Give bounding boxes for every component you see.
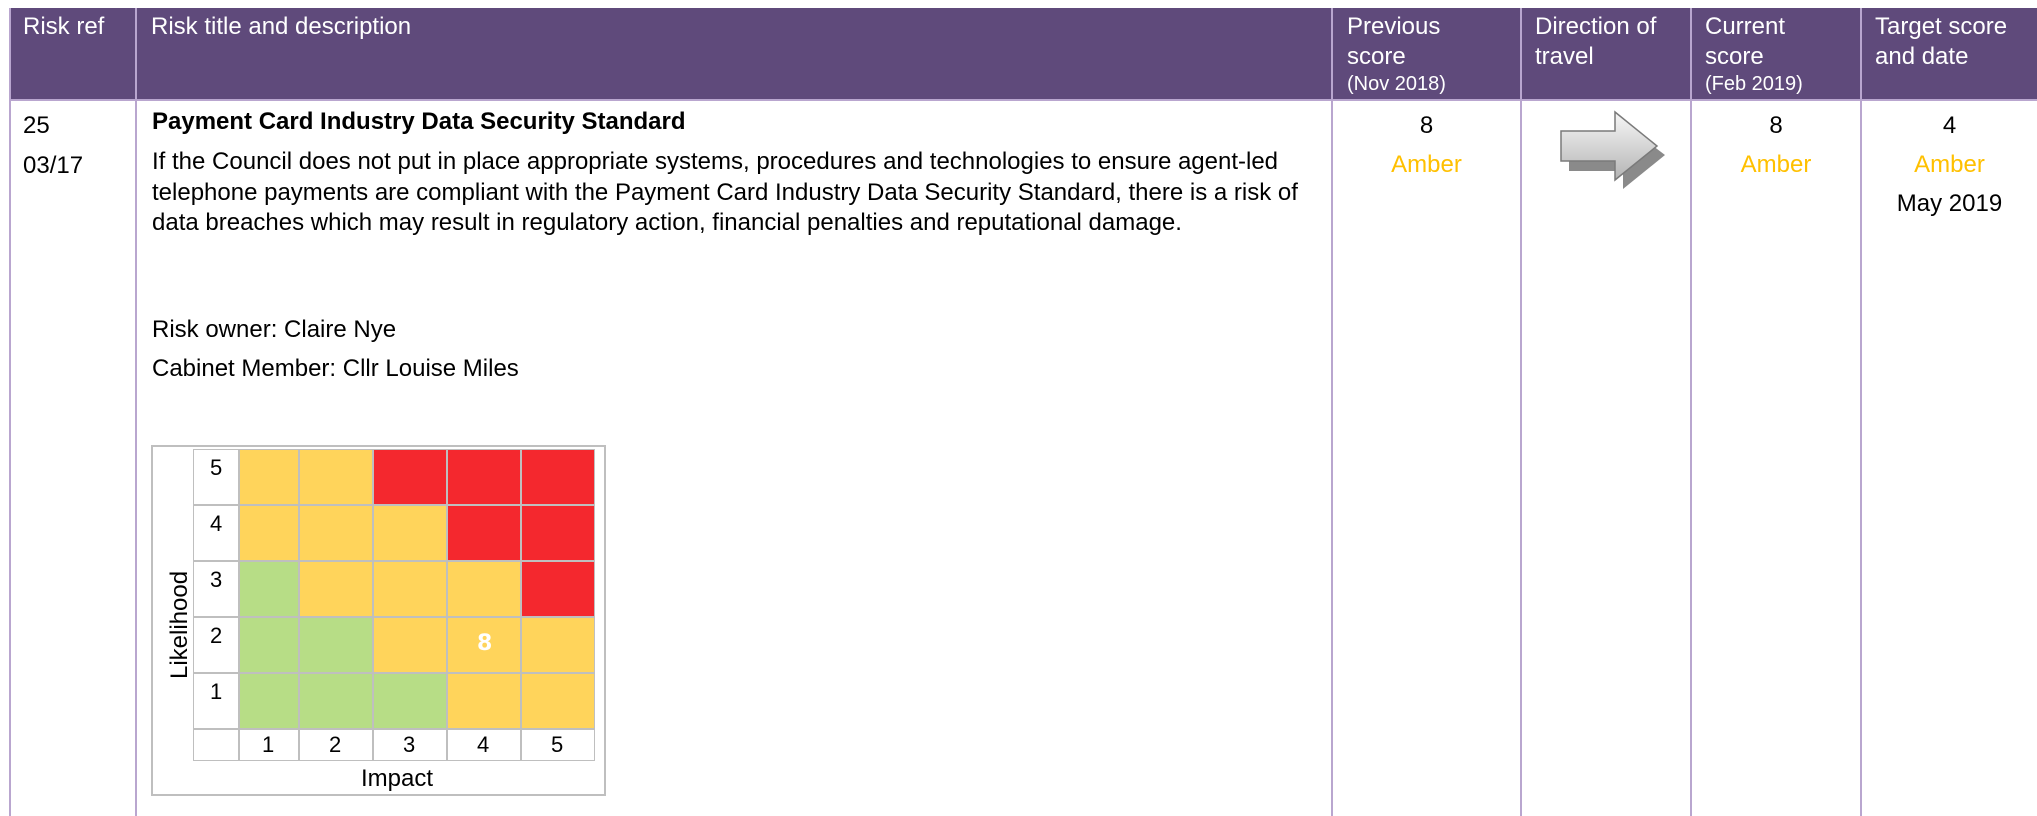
header-previous-score-label: Previous score: [1347, 13, 1441, 70]
cabinet-member: Cabinet Member: Cllr Louise Miles: [152, 355, 519, 382]
risk-register-page: Risk ref Risk title and description Prev…: [9, 8, 2037, 816]
current-rating: Amber: [1740, 151, 1812, 178]
matrix-cell: [447, 561, 521, 617]
matrix-cell: [521, 617, 595, 673]
matrix-cell: [447, 505, 521, 561]
likelihood-level: 4: [210, 511, 223, 536]
matrix-cell: [521, 561, 595, 617]
matrix-cell: [299, 673, 373, 729]
header-current-score-date: (Feb 2019): [1705, 73, 1803, 95]
header-direction: Direction of travel: [1535, 13, 1657, 70]
target-rating: Amber: [1914, 151, 1985, 178]
impact-row-corner: [193, 729, 239, 761]
risk-owner: Risk owner: Claire Nye: [152, 316, 397, 343]
matrix-cell: [299, 505, 373, 561]
matrix-cell: [521, 505, 595, 561]
column-rule: [9, 8, 11, 816]
likelihood-axis-label: Likelihood: [166, 570, 193, 679]
header-current-score: Current score (Feb 2019): [1705, 12, 1825, 96]
risk-ref-number: 25: [23, 112, 50, 139]
header-current-score-label: Current score: [1705, 13, 1786, 70]
header-previous-score: Previous score (Nov 2018): [1347, 12, 1487, 96]
matrix-cell: [239, 505, 299, 561]
target-date: May 2019: [1896, 190, 2003, 217]
matrix-cell: [239, 449, 299, 505]
matrix-cell: [447, 673, 521, 729]
impact-level: 1: [262, 732, 275, 757]
likelihood-level: 2: [210, 623, 223, 648]
header-previous-score-date: (Nov 2018): [1347, 73, 1446, 95]
matrix-cell: [373, 449, 447, 505]
risk-matrix: Likelihood Impact 5 4 3 2 1 1 2 3 4 5 8: [151, 445, 606, 796]
current-score-marker: 8: [477, 631, 493, 656]
likelihood-level: 5: [210, 455, 223, 480]
likelihood-level: 1: [210, 679, 223, 704]
matrix-cell: [373, 673, 447, 729]
current-score: 8: [1769, 112, 1783, 139]
matrix-cell: [521, 449, 595, 505]
matrix-cell: [373, 617, 447, 673]
matrix-cell: [299, 561, 373, 617]
impact-level: 2: [329, 732, 342, 757]
matrix-cell: [447, 449, 521, 505]
impact-level: 5: [551, 732, 564, 757]
matrix-cell: [239, 561, 299, 617]
matrix-cell: [239, 617, 299, 673]
matrix-cell: [373, 561, 447, 617]
likelihood-level: 3: [210, 567, 223, 592]
header-risk-ref: Risk ref: [23, 13, 105, 40]
impact-axis-label: Impact: [361, 765, 434, 792]
risk-description: If the Council does not put in place app…: [152, 148, 1298, 236]
previous-rating: Amber: [1391, 151, 1462, 178]
previous-score: 8: [1419, 112, 1434, 139]
matrix-cell: [521, 673, 595, 729]
matrix-cell: [373, 505, 447, 561]
header-target: Target score and date: [1875, 13, 2008, 70]
impact-level: 4: [477, 732, 490, 757]
risk-title: Payment Card Industry Data Security Stan…: [152, 108, 686, 135]
matrix-cell: [299, 617, 373, 673]
matrix-cell: [299, 449, 373, 505]
risk-ref-code: 03/17: [23, 152, 84, 179]
column-rule: [1520, 8, 1522, 816]
right-arrow-icon: [1557, 106, 1667, 206]
column-rule: [135, 8, 137, 816]
impact-level: 3: [403, 732, 416, 757]
matrix-cell: [239, 673, 299, 729]
target-score: 4: [1942, 112, 1957, 139]
header-risk-title: Risk title and description: [151, 13, 412, 40]
